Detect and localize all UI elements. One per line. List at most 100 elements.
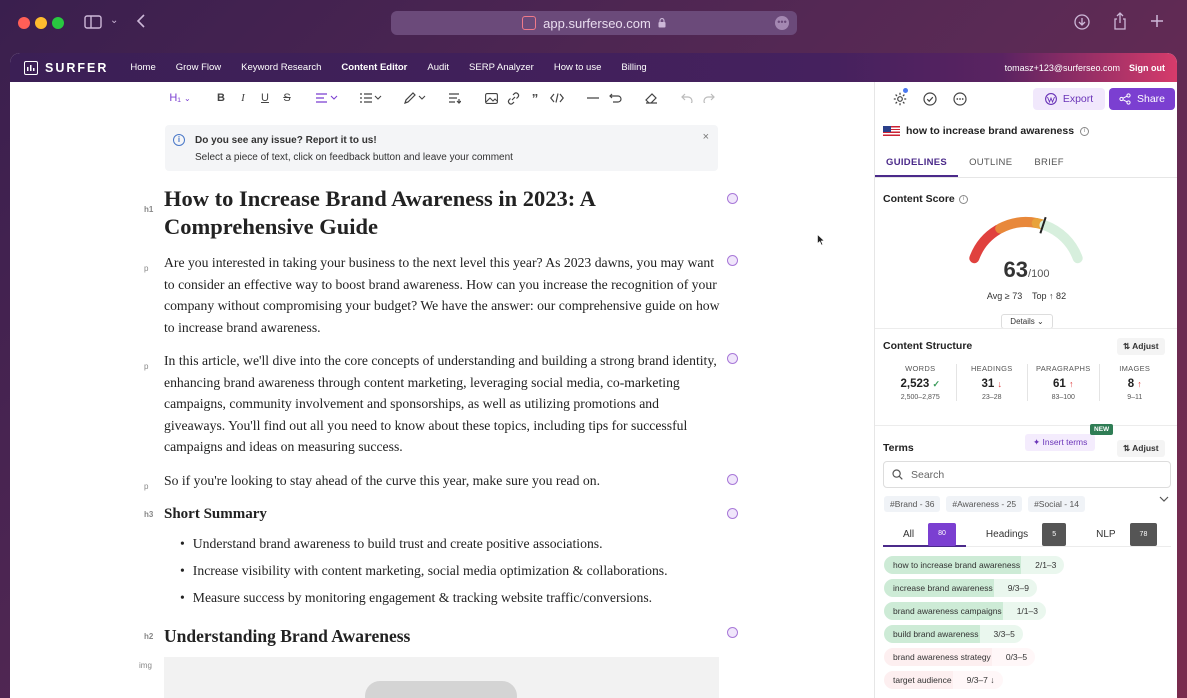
comment-icon[interactable] <box>727 508 738 519</box>
line-break-icon[interactable] <box>604 88 626 108</box>
block-tag: p <box>144 482 149 491</box>
block-tag: h1 <box>144 205 154 214</box>
term-item[interactable]: build brand awareness 3/3–5 <box>884 625 1023 643</box>
content-score-value: 63/100 <box>875 257 1177 283</box>
paragraph-3-text: So if you're looking to stay ahead of th… <box>164 473 600 488</box>
share-icon[interactable] <box>1113 12 1127 30</box>
adjust-structure-button[interactable]: ⇅ Adjust <box>1117 338 1165 355</box>
gear-icon[interactable] <box>885 87 915 106</box>
term-item[interactable]: brand awareness campaigns 1/1–3 <box>884 602 1046 620</box>
tab-outline[interactable]: OUTLINE <box>958 148 1023 177</box>
editor-toolbar: H₁ ⌄ B I U S ” <box>10 82 874 114</box>
gauge-high-segment <box>1039 220 1083 264</box>
image-placeholder[interactable] <box>164 657 719 698</box>
nav-billing[interactable]: Billing <box>611 62 656 73</box>
bold-icon[interactable]: B <box>210 88 232 108</box>
stat-value: 61 <box>1053 378 1066 390</box>
more-options-icon[interactable] <box>945 91 975 106</box>
block-tag: p <box>144 362 149 371</box>
code-icon[interactable] <box>546 88 568 108</box>
nav-how-to-use[interactable]: How to use <box>544 62 612 73</box>
term-item[interactable]: brand awareness strategy 0/3–5 <box>884 648 1036 666</box>
highlight-icon[interactable] <box>400 88 430 108</box>
insert-terms-button[interactable]: ✦ Insert terms <box>1025 434 1096 451</box>
link-icon[interactable] <box>502 88 524 108</box>
align-icon[interactable] <box>312 88 342 108</box>
italic-icon[interactable]: I <box>232 88 254 108</box>
info-icon[interactable]: i <box>958 194 968 204</box>
quote-icon[interactable]: ” <box>524 88 546 108</box>
nav-serp-analyzer[interactable]: SERP Analyzer <box>459 62 544 73</box>
sidebar-toggle-icon[interactable] <box>84 15 102 29</box>
comment-icon[interactable] <box>727 255 738 266</box>
filter-tab-all[interactable]: All 80 <box>883 522 966 547</box>
topic-chip[interactable]: #Brand - 36 <box>884 496 941 512</box>
surfer-logo[interactable]: SURFER <box>24 60 108 75</box>
share-button[interactable]: Share <box>1109 88 1175 110</box>
strikethrough-icon[interactable]: S <box>276 88 298 108</box>
user-area: tomasz+123@surferseo.com Sign out <box>1005 63 1165 73</box>
address-bar[interactable]: app.surferseo.com ••• <box>391 11 797 35</box>
bullet-list[interactable]: Understand brand awareness to build trus… <box>180 530 740 611</box>
filter-tab-headings[interactable]: Headings 5 <box>966 523 1076 546</box>
document-editor[interactable]: i Do you see any issue? Report it to us!… <box>10 114 874 698</box>
comment-icon[interactable] <box>727 627 738 638</box>
stat-value: 8 <box>1127 378 1135 390</box>
list-icon[interactable] <box>356 88 386 108</box>
h3-text: Short Summary <box>164 506 267 522</box>
back-icon[interactable] <box>136 13 146 29</box>
list-item: Measure success by monitoring engagement… <box>180 584 740 611</box>
nav-home[interactable]: Home <box>120 62 165 73</box>
tab-guidelines[interactable]: GUIDELINES <box>875 148 959 177</box>
comment-icon[interactable] <box>727 193 738 204</box>
new-tab-icon[interactable] <box>1150 14 1164 28</box>
filter-tab-nlp[interactable]: NLP 78 <box>1076 523 1167 546</box>
document-h3[interactable]: h3 Short Summary <box>144 506 720 523</box>
close-window-button[interactable] <box>18 17 30 29</box>
chevron-down-icon[interactable]: ⌄ <box>110 15 118 26</box>
term-item[interactable]: target audience 9/3–7 ↓ <box>884 671 1003 689</box>
document-h1[interactable]: h1 How to Increase Brand Awareness in 20… <box>144 185 720 241</box>
heading-select[interactable]: H₁ ⌄ <box>164 88 196 108</box>
image-upload-button[interactable] <box>365 681 517 698</box>
undo-icon[interactable] <box>676 88 698 108</box>
topic-chip[interactable]: #Awareness - 25 <box>946 496 1023 512</box>
chevron-down-icon[interactable] <box>1159 496 1169 502</box>
topic-chip[interactable]: #Social - 14 <box>1028 496 1085 512</box>
info-icon[interactable]: i <box>1080 126 1090 136</box>
term-item[interactable]: increase brand awareness 9/3–9 <box>884 579 1037 597</box>
comment-icon[interactable] <box>727 474 738 485</box>
filter-label: NLP <box>1096 529 1116 540</box>
term-item[interactable]: how to increase brand awareness 2/1–3 <box>884 556 1065 574</box>
term-count: 0/3–5 <box>991 648 1036 666</box>
comment-icon[interactable] <box>727 353 738 364</box>
share-label: Share <box>1136 93 1166 105</box>
horizontal-rule-icon[interactable] <box>582 88 604 108</box>
paragraph-1[interactable]: p Are you interested in taking your busi… <box>144 252 720 338</box>
nav-keyword-research[interactable]: Keyword Research <box>231 62 331 73</box>
nav-audit[interactable]: Audit <box>417 62 459 73</box>
nav-grow-flow[interactable]: Grow Flow <box>166 62 231 73</box>
document-h2[interactable]: h2 Understanding Brand Awareness <box>144 626 720 647</box>
zoom-window-button[interactable] <box>52 17 64 29</box>
redo-icon[interactable] <box>698 88 720 108</box>
sign-out-link[interactable]: Sign out <box>1129 63 1165 73</box>
clear-format-icon[interactable] <box>444 88 466 108</box>
adjust-terms-button[interactable]: ⇅ Adjust <box>1117 440 1165 457</box>
image-icon[interactable] <box>480 88 502 108</box>
download-icon[interactable] <box>1074 14 1090 30</box>
paragraph-2[interactable]: p In this article, we'll dive into the c… <box>144 350 720 458</box>
tab-brief[interactable]: BRIEF <box>1023 148 1074 177</box>
notification-dot <box>903 87 908 93</box>
details-button[interactable]: Details ⌄ <box>1001 314 1053 329</box>
minimize-window-button[interactable] <box>35 17 47 29</box>
check-circle-icon[interactable] <box>915 91 945 106</box>
eraser-icon[interactable] <box>640 88 662 108</box>
terms-search-input[interactable]: Search <box>883 461 1171 488</box>
underline-icon[interactable]: U <box>254 88 276 108</box>
close-icon[interactable]: × <box>703 131 709 143</box>
nav-content-editor[interactable]: Content Editor <box>331 62 417 73</box>
more-icon[interactable]: ••• <box>775 16 789 30</box>
export-button[interactable]: Export <box>1033 88 1105 110</box>
paragraph-3[interactable]: p So if you're looking to stay ahead of … <box>144 470 720 492</box>
